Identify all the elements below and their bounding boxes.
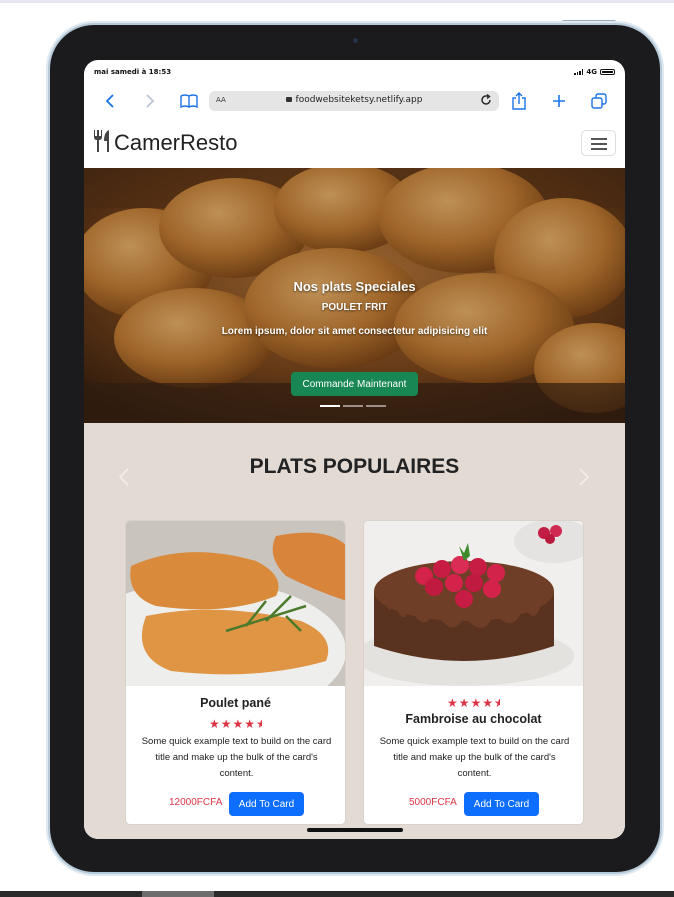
add-to-cart-button[interactable]: Add To Card <box>464 792 539 816</box>
brand-name: CamerResto <box>114 130 238 155</box>
horizontal-scrollbar[interactable] <box>142 891 214 897</box>
site-navbar: CamerResto <box>84 120 625 169</box>
status-bar: mai samedi à 18:53 4G <box>84 60 625 82</box>
rating-stars: ★★★★★ <box>364 696 583 710</box>
share-icon[interactable] <box>509 90 529 112</box>
url-text: foodwebsiteketsy.netlify.app <box>295 95 423 105</box>
order-now-button[interactable]: Commande Maintenant <box>291 372 418 396</box>
section-title: PLATS POPULAIRES <box>249 455 460 478</box>
star-icon: ★ <box>446 696 459 710</box>
browser-toolbar: AA foodwebsiteketsy.netlify.app <box>84 82 625 120</box>
tabs-icon[interactable] <box>589 90 609 112</box>
lock-icon <box>285 97 292 102</box>
dish-price: 12000FCFA <box>169 797 223 808</box>
star-icon: ★ <box>208 717 221 731</box>
star-icon: ★ <box>470 696 483 710</box>
popular-section: PLATS POPULAIRES Poulet pané ★★★★ Some q… <box>84 423 625 839</box>
rating-stars: ★★★★★ <box>126 717 345 731</box>
front-camera <box>353 38 358 43</box>
dish-description: Some quick example text to build on the … <box>141 736 332 779</box>
star-icon: ★ <box>482 696 495 710</box>
dish-name: Poulet pané <box>200 696 271 710</box>
hero-carousel: Nos plats Speciales POULET FRIT Lorem ip… <box>84 168 625 423</box>
dish-price: 5000FCFA <box>409 797 457 808</box>
chevron-left-icon[interactable] <box>101 90 119 112</box>
window-bottom-bar <box>0 891 674 897</box>
dish-image <box>364 521 583 686</box>
plus-icon[interactable] <box>549 90 569 112</box>
dish-card: ★★★★★ Fambroise au chocolat Some quick e… <box>363 520 584 825</box>
star-icon: ★ <box>244 717 257 731</box>
star-half-icon: ★ <box>494 696 500 710</box>
brand-link[interactable]: CamerResto <box>92 129 237 157</box>
window-top-edge <box>0 0 674 3</box>
chevron-right-icon[interactable] <box>141 90 159 112</box>
status-time: mai samedi à 18:53 <box>94 68 172 76</box>
signal-icon <box>574 69 584 75</box>
carousel-indicator[interactable] <box>320 405 340 407</box>
book-icon[interactable] <box>177 90 201 112</box>
star-icon: ★ <box>220 717 233 731</box>
dish-name: Fambroise au chocolat <box>405 712 542 726</box>
carousel-indicator[interactable] <box>366 405 386 407</box>
carousel-next-icon[interactable] <box>578 467 590 492</box>
dish-card: Poulet pané ★★★★★ Some quick example tex… <box>125 520 346 825</box>
home-indicator[interactable] <box>307 828 403 832</box>
hero-description: Lorem ipsum, dolor sit amet consectetur … <box>221 326 488 337</box>
star-icon: ★ <box>232 717 245 731</box>
address-url: foodwebsiteketsy.netlify.app <box>209 95 499 105</box>
dish-image <box>126 521 345 686</box>
dish-description: Some quick example text to build on the … <box>379 736 570 779</box>
carousel-indicator[interactable] <box>343 405 363 407</box>
carousel-prev-icon[interactable] <box>118 467 130 492</box>
star-icon: ★ <box>458 696 471 710</box>
network-label: 4G <box>586 68 597 76</box>
reload-icon[interactable] <box>479 93 493 110</box>
fork-knife-icon <box>92 129 112 157</box>
tablet-frame: mai samedi à 18:53 4G AA foodwebsitekets… <box>50 25 660 872</box>
carousel-indicators <box>320 405 386 407</box>
battery-icon <box>600 69 615 75</box>
hero-title: Nos plats Speciales <box>293 279 416 294</box>
hero-subtitle: POULET FRIT <box>321 302 388 313</box>
address-bar[interactable]: AA foodwebsiteketsy.netlify.app <box>209 91 499 111</box>
star-half-icon: ★ <box>256 717 262 731</box>
add-to-cart-button[interactable]: Add To Card <box>229 792 304 816</box>
navbar-toggle-button[interactable] <box>581 130 616 156</box>
tablet-screen: mai samedi à 18:53 4G AA foodwebsitekets… <box>84 60 625 839</box>
